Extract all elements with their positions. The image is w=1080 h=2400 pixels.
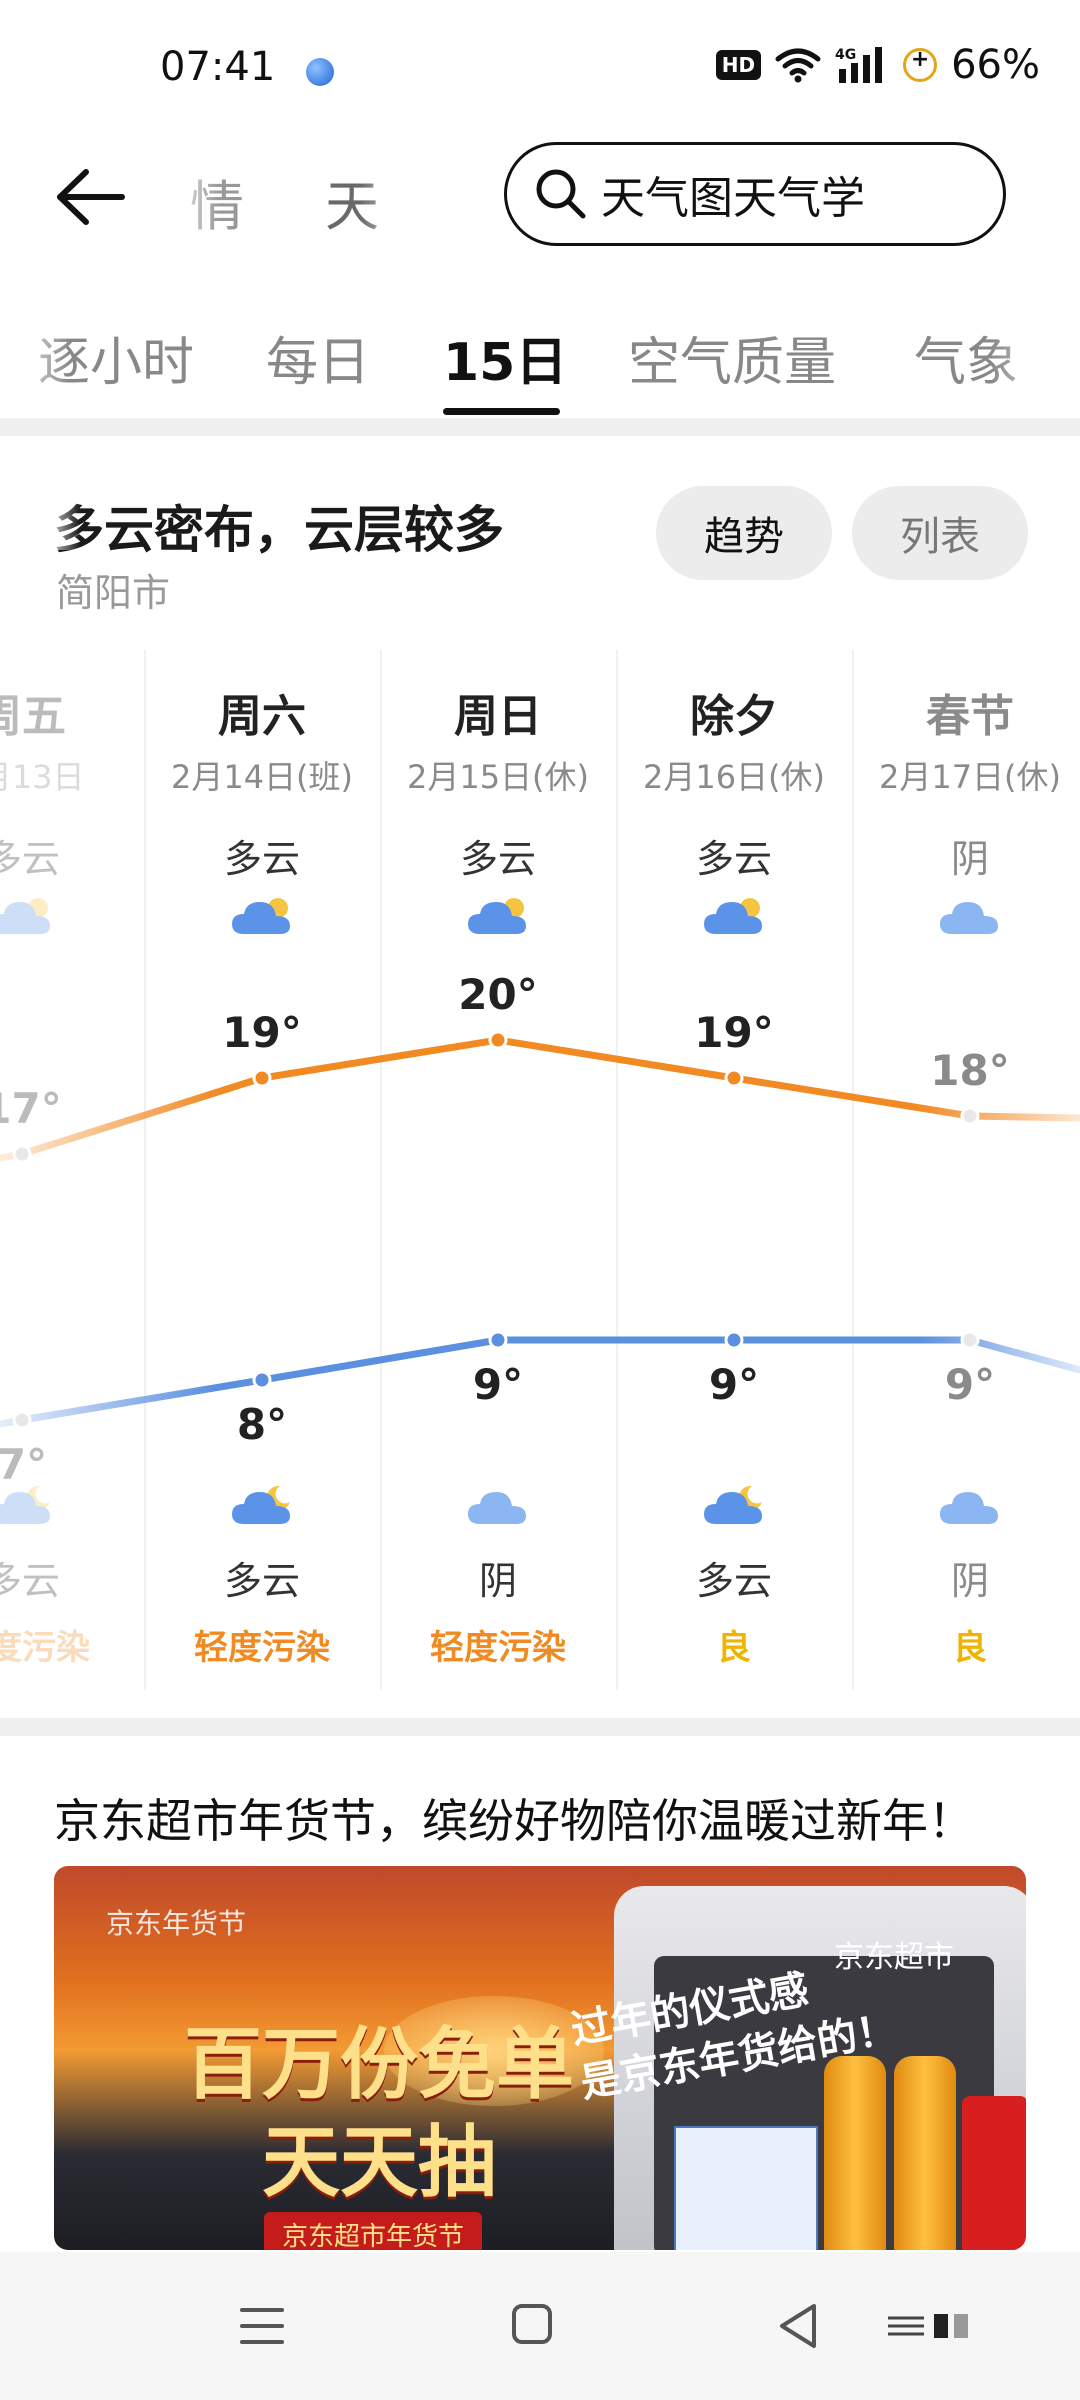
air-quality-label: 轻度污染 <box>194 1628 330 1668</box>
wifi-icon <box>775 48 821 83</box>
app-notification-icon <box>306 58 334 86</box>
high-temp: 19° <box>222 1008 302 1057</box>
weather-summary-title: 多云密布，云层较多 <box>54 501 504 559</box>
partly-cloudy-icon <box>700 890 770 942</box>
high-temp: 17° <box>0 1084 62 1133</box>
air-quality-label: 轻度污染 <box>430 1628 566 1668</box>
day-label: 春节 <box>926 691 1014 742</box>
partly-cloudy-night-icon <box>700 1480 770 1532</box>
milk-box-image <box>674 2126 818 2250</box>
juice-bottle-image <box>894 2056 956 2250</box>
forecast-day-3[interactable]: 除夕 2月16日(休) 多云 19° 9° 多云良 <box>616 650 852 1690</box>
date-label: 2月17日(休) <box>878 758 1062 796</box>
day-label: 除夕 <box>690 691 778 742</box>
system-nav-bar <box>0 2252 1080 2400</box>
ad-logo-text: 京东年货节 <box>106 1907 247 1940</box>
date-label: 2月14日(班) <box>170 758 354 796</box>
cloudy-icon <box>936 890 1006 942</box>
cola-can-image <box>962 2096 1026 2250</box>
date-label: 2月13日 <box>0 758 85 796</box>
section-divider-2 <box>0 1718 1080 1736</box>
active-tab-indicator <box>443 408 560 415</box>
day-condition: 多云 <box>223 837 300 881</box>
status-bar: 07:41 HD 4G 66% <box>0 0 1080 140</box>
tab-air-quality[interactable]: 空气质量 <box>628 320 836 395</box>
low-temp: 9° <box>708 1360 760 1409</box>
forecast-day-4[interactable]: 春节 2月17日(休) 阴 18° 9° 阴良 <box>852 650 1080 1690</box>
high-temp: 18° <box>930 1046 1010 1095</box>
back-arrow-icon[interactable] <box>50 162 130 232</box>
forecast-day-0[interactable]: 周五2月13日多云17°7°多云轻度污染 <box>0 650 140 1690</box>
ad-headline: 百万份免单 天天抽 <box>184 2020 575 2208</box>
night-condition: 阴 <box>478 1559 517 1603</box>
night-condition: 阴 <box>950 1559 989 1603</box>
header-bar: 情 天 天气图天气学 <box>0 140 1080 260</box>
search-query: 天气图天气学 <box>601 173 865 224</box>
low-temp: 9° <box>472 1360 524 1409</box>
search-icon <box>536 169 586 219</box>
cellular-signal-icon: 4G <box>835 47 883 83</box>
air-quality-label: 良 <box>953 1628 987 1668</box>
low-temp: 8° <box>236 1400 288 1449</box>
forecast-day-1[interactable]: 周六 2月14日(班) 多云 19° 8° 多云轻度污染 <box>144 650 380 1690</box>
battery-percent: 66% <box>951 42 1040 88</box>
day-condition: 多云 <box>0 837 60 881</box>
air-quality-label: 轻度污染 <box>0 1628 90 1668</box>
ad-title[interactable]: 京东超市年货节，缤纷好物陪你温暖过新年！ <box>54 1785 974 1851</box>
home-icon[interactable] <box>512 2304 552 2344</box>
date-label: 2月16日(休) <box>642 758 826 796</box>
status-icons: HD 4G 66% <box>715 42 1040 88</box>
city-name: 简阳市 <box>56 571 171 615</box>
low-temp: 9° <box>944 1360 996 1409</box>
section-divider <box>0 418 1080 436</box>
list-view-button[interactable]: 列表 <box>852 486 1028 580</box>
cloudy-icon <box>936 1480 1006 1532</box>
menu-icon[interactable] <box>238 2304 286 2348</box>
forecast-tabs: 逐小时 每日 15日 空气质量 气象 <box>0 300 1080 420</box>
trend-view-button[interactable]: 趋势 <box>656 486 832 580</box>
ad-banner[interactable]: 京东年货节 京东超市 过年的仪式感 是京东年货给的！ 百万份免单 天天抽 京东超… <box>54 1866 1026 2250</box>
day-condition: 多云 <box>695 837 772 881</box>
hd-badge: HD <box>715 50 762 80</box>
partly-cloudy-icon <box>228 890 298 942</box>
ad-tag: 京东超市年货节 <box>264 2212 483 2250</box>
network-type: 4G <box>835 47 856 63</box>
high-temp: 19° <box>694 1008 774 1057</box>
day-label: 周日 <box>454 691 542 742</box>
day-label: 周六 <box>218 691 306 742</box>
partly-cloudy-icon <box>0 890 58 942</box>
partly-cloudy-night-icon <box>0 1480 58 1532</box>
partly-cloudy-night-icon <box>228 1480 298 1532</box>
night-condition: 多云 <box>695 1559 772 1603</box>
day-condition: 多云 <box>459 837 536 881</box>
partly-cloudy-icon <box>464 890 534 942</box>
cloudy-icon <box>464 1480 534 1532</box>
battery-saver-icon <box>903 47 938 82</box>
air-quality-label: 良 <box>717 1628 751 1668</box>
juice-bottle-image <box>824 2056 886 2250</box>
status-time: 07:41 <box>160 44 276 90</box>
date-label: 2月15日(休) <box>406 758 590 796</box>
night-condition: 多云 <box>223 1559 300 1603</box>
tab-daily[interactable]: 每日 <box>266 320 370 395</box>
forecast-chart[interactable]: 周五2月13日多云17°7°多云轻度污染周六2月14日(班)多云19°8°多云轻… <box>0 650 1080 1690</box>
extra-icon[interactable] <box>884 2310 974 2342</box>
day-condition: 阴 <box>950 837 989 881</box>
search-box[interactable]: 天气图天气学 <box>504 142 1006 246</box>
day-label: 周五 <box>0 691 66 742</box>
night-condition: 多云 <box>0 1559 60 1603</box>
back-icon[interactable] <box>776 2302 820 2350</box>
high-temp: 20° <box>458 970 538 1019</box>
forecast-day-2[interactable]: 周日 2月15日(休) 多云 20° 9° 阴轻度污染 <box>380 650 616 1690</box>
tab-15day[interactable]: 15日 <box>443 320 567 395</box>
